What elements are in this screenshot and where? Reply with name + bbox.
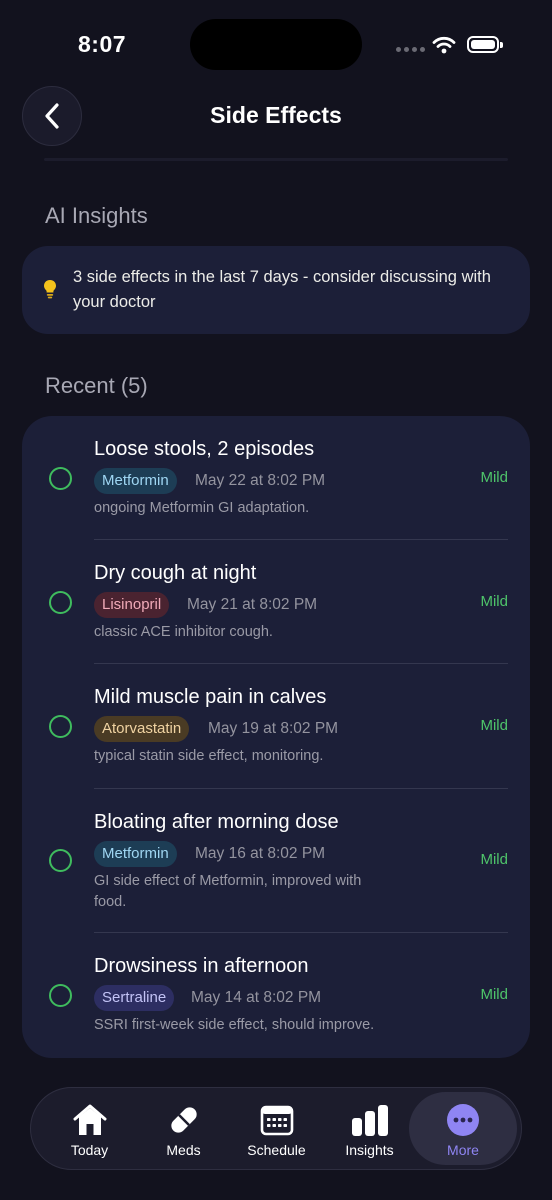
tab-bar: Today Meds Schedule Insights More (30, 1087, 522, 1170)
medication-pill: Lisinopril (94, 592, 170, 618)
ai-insight-card: 3 side effects in the last 7 days - cons… (22, 246, 530, 334)
medication-pill: Metformin (94, 841, 177, 867)
dynamic-island (190, 19, 362, 70)
side-effect-note: SSRI first-week side effect, should impr… (94, 1017, 375, 1033)
calendar-icon (260, 1103, 294, 1137)
ai-insights-heading: AI Insights (45, 203, 148, 228)
status-ring-icon (49, 715, 72, 738)
page-title: Side Effects (210, 102, 342, 128)
status-ring-icon (49, 849, 72, 872)
side-effect-note: GI side effect of Metformin, improved wi… (94, 873, 362, 910)
side-effect-title: Dry cough at night (94, 562, 257, 584)
side-effect-note: classic ACE inhibitor cough. (94, 624, 273, 640)
lightbulb-icon (44, 280, 56, 299)
tab-today[interactable]: Today (43, 1088, 136, 1169)
tab-meds[interactable]: Meds (137, 1088, 230, 1169)
side-effect-title: Mild muscle pain in calves (94, 686, 327, 708)
side-effect-date: May 16 at 8:02 PM (195, 845, 326, 862)
tab-insights-label: Insights (345, 1142, 394, 1158)
medication-pill: Atorvastatin (94, 716, 190, 742)
side-effect-date: May 14 at 8:02 PM (191, 989, 322, 1006)
side-effect-note: ongoing Metformin GI adaptation. (94, 500, 310, 516)
side-effect-row[interactable]: Mild muscle pain in calves Atorvastatin … (22, 664, 530, 788)
severity-label: Mild (480, 986, 508, 1003)
side-effect-date: May 21 at 8:02 PM (187, 596, 318, 613)
severity-label: Mild (480, 717, 508, 734)
ai-insight-text: 3 side effects in the last 7 days - cons… (73, 268, 491, 311)
wifi-icon (432, 36, 456, 54)
tab-more-label: More (447, 1142, 479, 1158)
severity-label: Mild (480, 851, 508, 868)
header-divider (44, 158, 508, 161)
side-effect-title: Loose stools, 2 episodes (94, 438, 315, 460)
tab-more[interactable]: More (409, 1092, 517, 1165)
status-ring-icon (49, 591, 72, 614)
severity-label: Mild (480, 593, 508, 610)
tab-insights[interactable]: Insights (323, 1088, 416, 1169)
medication-pill: Metformin (94, 468, 177, 494)
side-effect-date: May 19 at 8:02 PM (208, 720, 339, 737)
side-effect-row[interactable]: Dry cough at night Lisinopril May 21 at … (22, 540, 530, 664)
pill-icon (167, 1103, 201, 1137)
side-effect-date: May 22 at 8:02 PM (195, 472, 326, 489)
recent-side-effects-list: Loose stools, 2 episodes Metformin May 2… (22, 416, 530, 1058)
house-icon (72, 1103, 108, 1137)
bar-chart-icon (350, 1103, 390, 1137)
more-dots-icon (446, 1103, 480, 1137)
status-ring-icon (49, 467, 72, 490)
side-effect-row[interactable]: Bloating after morning dose Metformin Ma… (22, 789, 530, 933)
cellular-signal-icon (396, 47, 425, 52)
tab-today-label: Today (70, 1142, 109, 1158)
side-effect-title: Drowsiness in afternoon (94, 955, 309, 977)
tab-schedule[interactable]: Schedule (230, 1088, 323, 1169)
recent-heading: Recent (5) (45, 373, 148, 398)
status-time: 8:07 (78, 31, 127, 57)
side-effect-row[interactable]: Loose stools, 2 episodes Metformin May 2… (22, 416, 530, 540)
side-effect-note: typical statin side effect, monitoring. (94, 748, 324, 764)
tab-schedule-label: Schedule (247, 1142, 306, 1158)
medication-pill: Sertraline (94, 985, 175, 1011)
side-effect-title: Bloating after morning dose (94, 811, 339, 833)
severity-label: Mild (480, 469, 508, 486)
side-effect-row[interactable]: Drowsiness in afternoon Sertraline May 1… (22, 933, 530, 1058)
battery-icon (467, 36, 503, 53)
status-ring-icon (49, 984, 72, 1007)
tab-meds-label: Meds (166, 1142, 201, 1158)
